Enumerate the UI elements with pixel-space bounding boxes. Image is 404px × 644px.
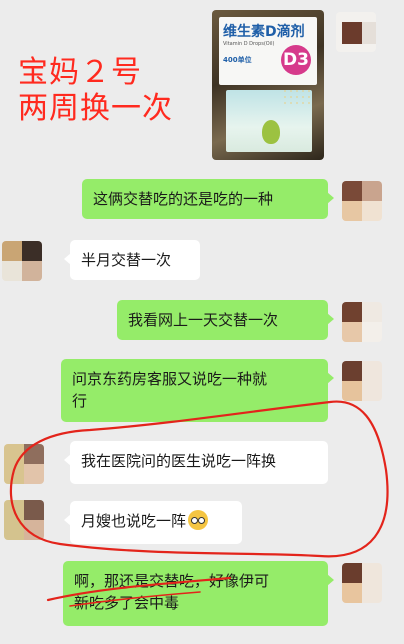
annotation-loop: [9, 400, 389, 558]
annotation-underline-2: [69, 591, 201, 607]
annotation-underline: [46, 576, 232, 602]
red-annotation-overlay: [9, 400, 389, 607]
